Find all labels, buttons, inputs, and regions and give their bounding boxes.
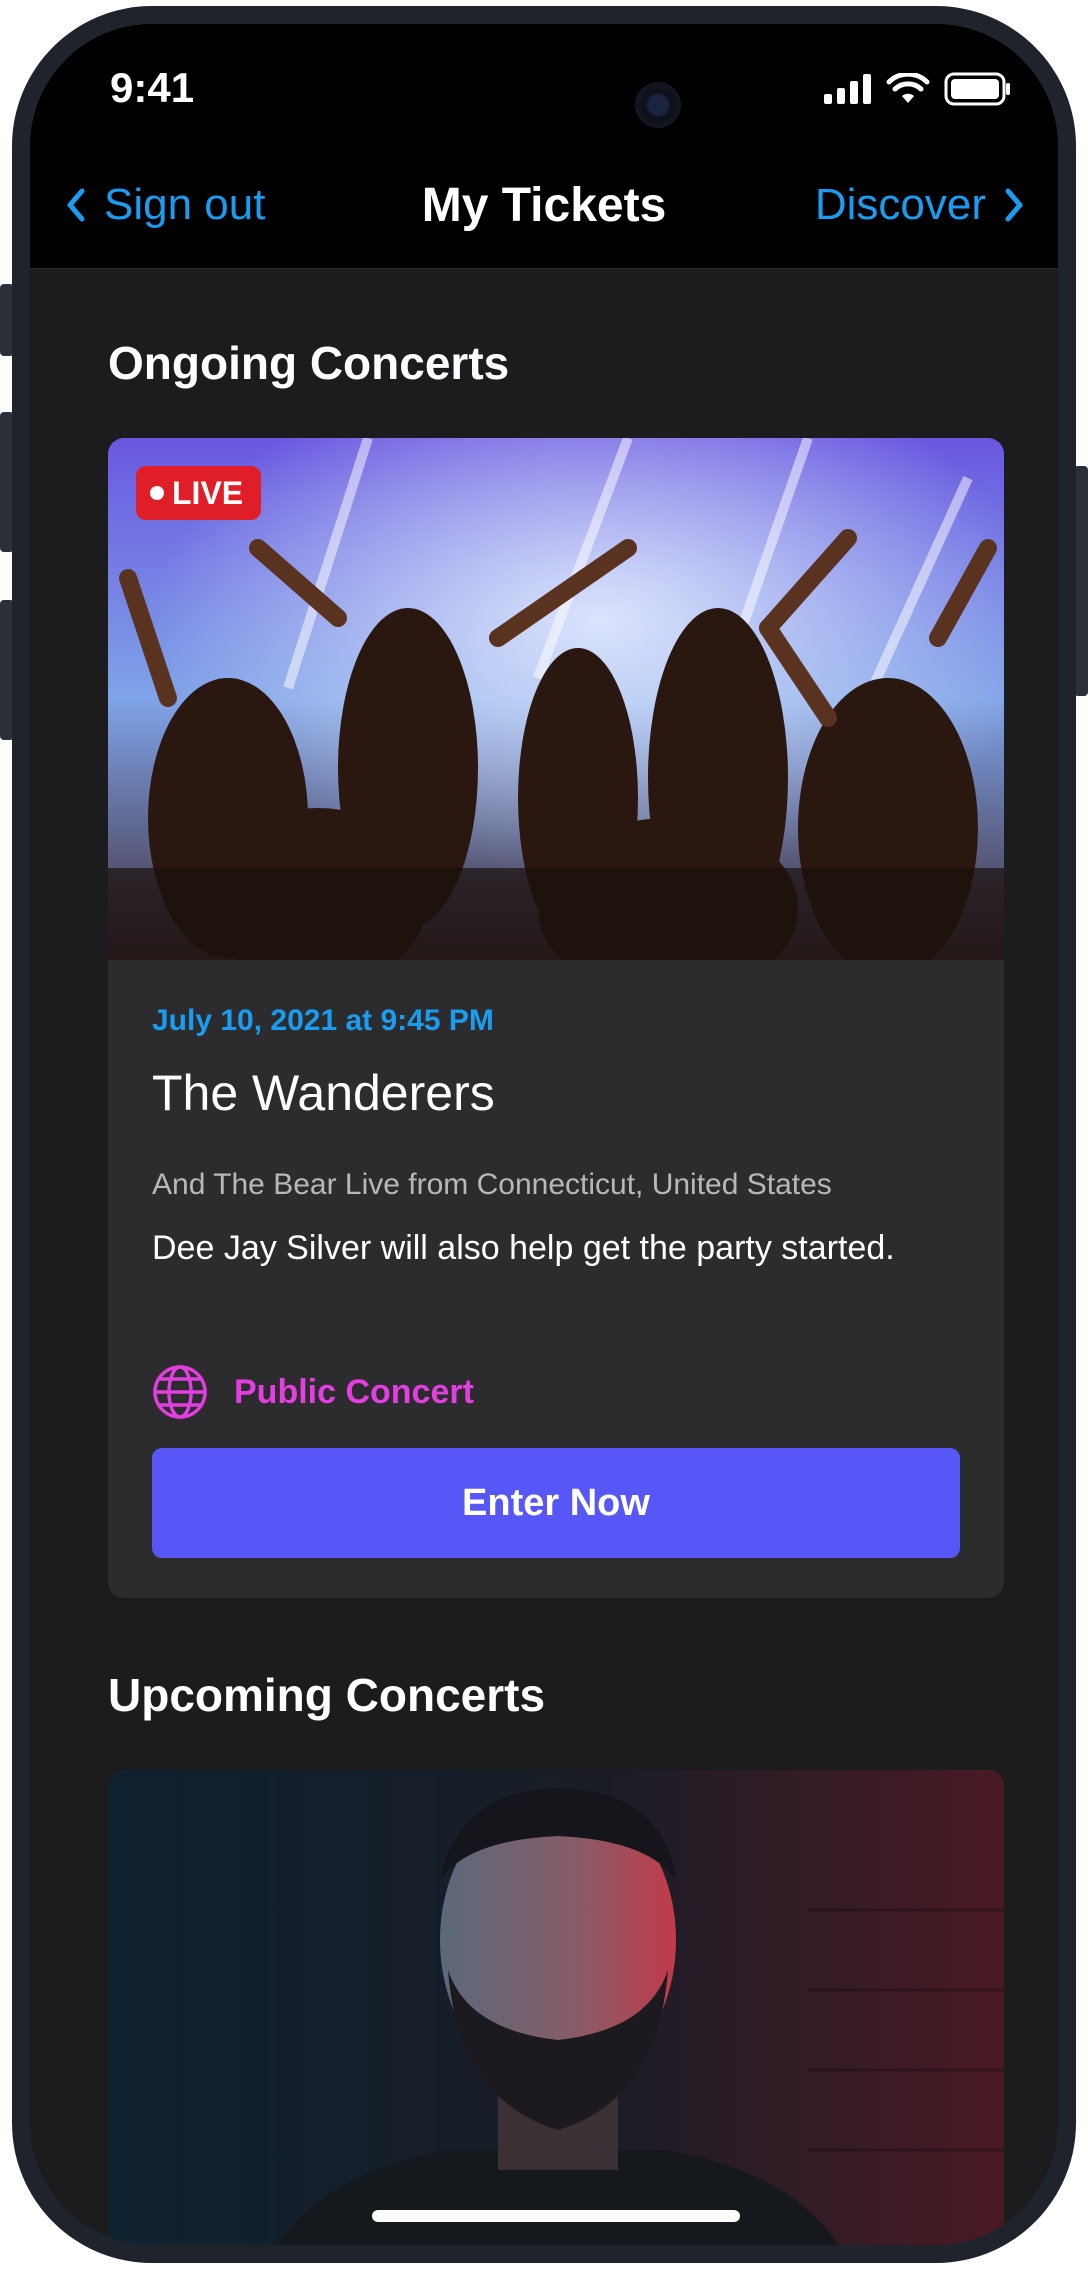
chevron-right-icon [1005, 188, 1023, 222]
concert-date: July 10, 2021 at 9:45 PM [152, 1004, 494, 1037]
live-dot-icon [150, 486, 164, 500]
upcoming-concert-card[interactable] [108, 1770, 1004, 2245]
access-type: Public Concert [152, 1364, 474, 1420]
enter-now-button[interactable]: Enter Now [152, 1448, 960, 1558]
status-icons [824, 72, 1012, 106]
battery-icon [944, 72, 1010, 106]
power-button [1074, 466, 1088, 696]
live-badge-label: LIVE [172, 474, 244, 511]
navigation-bar: 9:41 Sign out My Tickets Discover [30, 24, 1058, 269]
concert-description: Dee Jay Silver will also help get the pa… [152, 1229, 895, 1267]
access-label: Public Concert [234, 1372, 474, 1411]
globe-icon [153, 1365, 207, 1419]
concert-name: The Wanderers [152, 1065, 495, 1121]
app-screen: 9:41 Sign out My Tickets Discover Ongoin… [30, 24, 1058, 2245]
ongoing-section-title: Ongoing Concerts [108, 337, 510, 389]
home-indicator [372, 2210, 740, 2222]
wifi-icon [886, 73, 930, 103]
upcoming-section-title: Upcoming Concerts [108, 1669, 546, 1721]
phone-frame: 9:41 Sign out My Tickets Discover Ongoin… [12, 6, 1076, 2263]
live-badge: LIVE [136, 466, 262, 520]
artist-portrait-photo [108, 1770, 1004, 2245]
signal-icon [824, 74, 871, 104]
status-time: 9:41 [110, 64, 195, 111]
ongoing-concert-card[interactable]: LIVE July 10, 2021 at 9:45 PM The Wander… [108, 438, 1004, 1598]
front-camera [635, 82, 681, 128]
discover-button[interactable]: Discover [815, 180, 1024, 230]
concert-subtitle: And The Bear Live from Connecticut, Unit… [152, 1168, 832, 1201]
discover-label: Discover [814, 180, 986, 229]
